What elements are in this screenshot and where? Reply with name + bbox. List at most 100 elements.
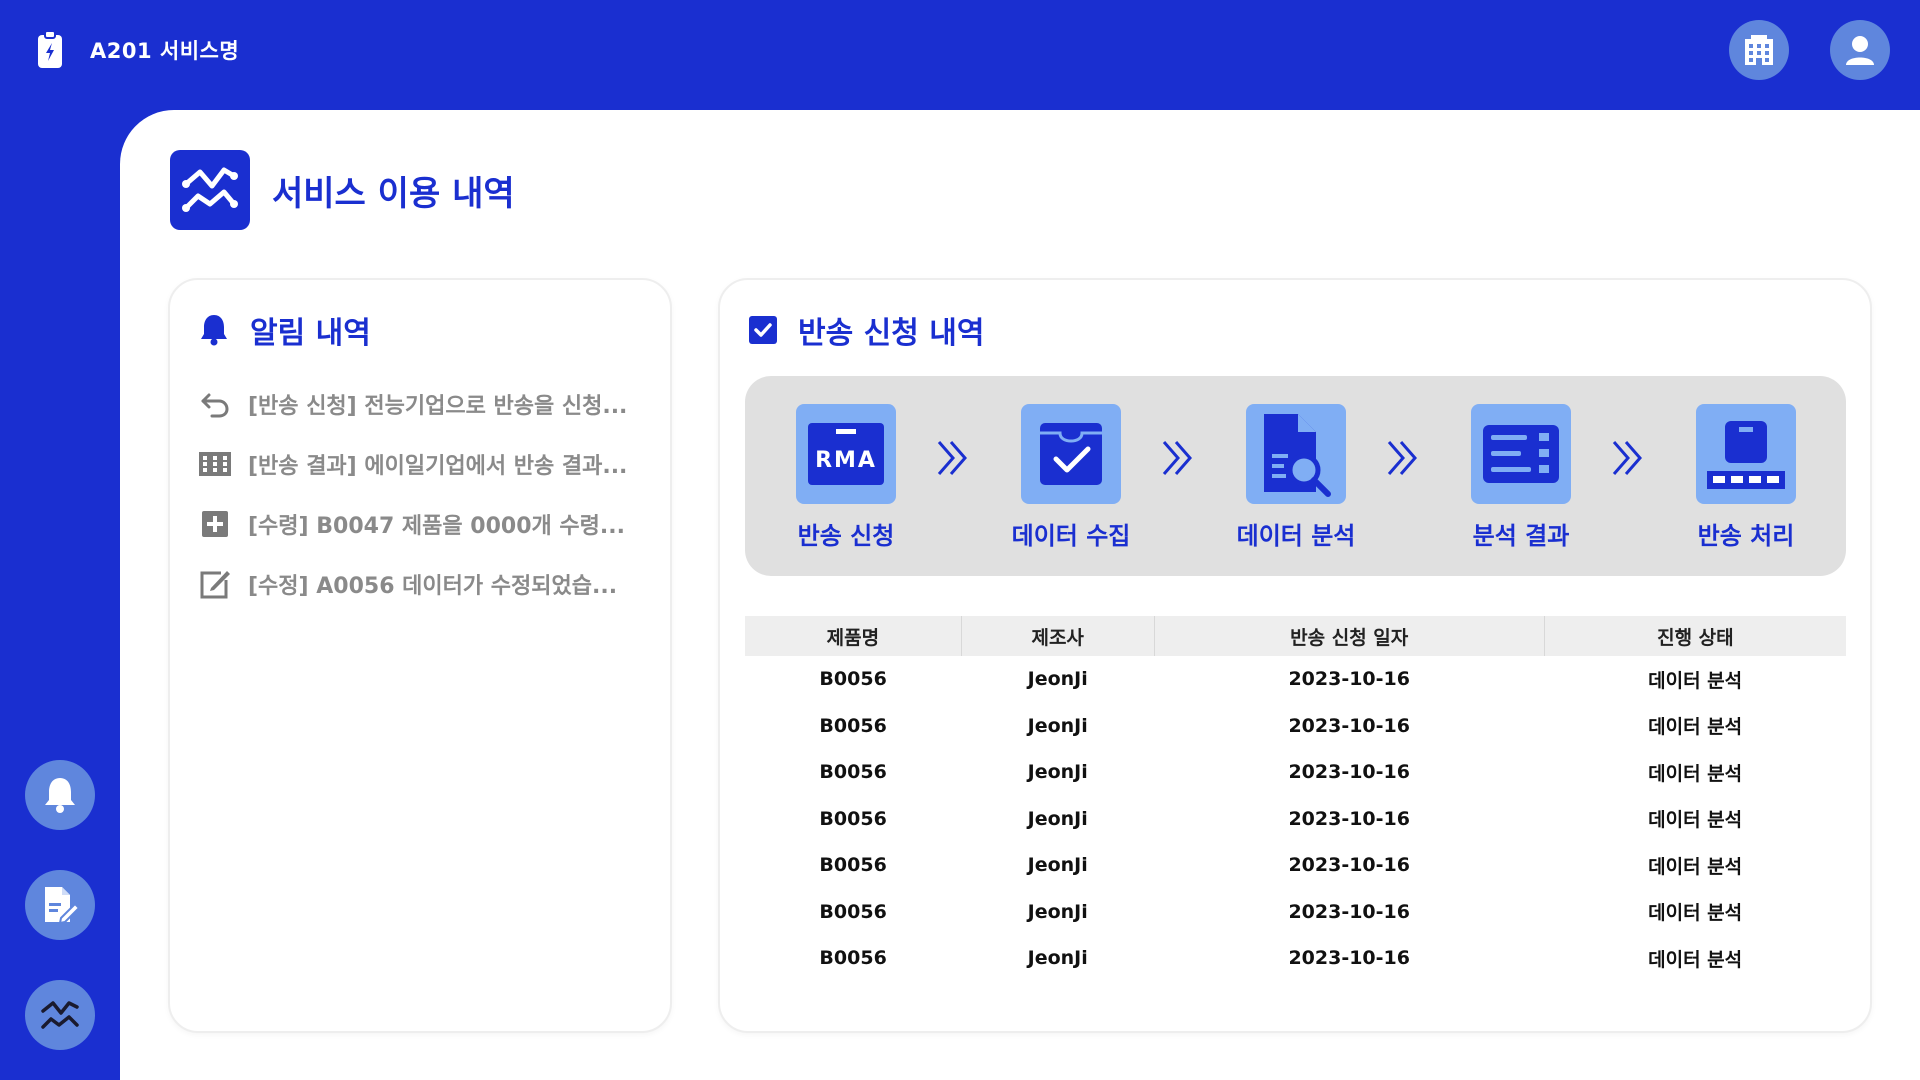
step-label: 데이터 수집 (1011, 522, 1131, 550)
cell-product: B0056 (819, 668, 887, 691)
double-chevron-right-icon (937, 441, 967, 475)
cell-product: B0056 (819, 714, 887, 737)
result-list-icon (1483, 425, 1559, 483)
notifications-header: 알림 내역 (198, 308, 371, 352)
document-edit-icon (45, 887, 80, 925)
table-row[interactable]: B0056 JeonJi 2023-10-16 데이터 분석 (745, 656, 1846, 703)
edit-icon (198, 567, 232, 601)
user-profile-button[interactable] (1830, 20, 1890, 80)
cell-status: 데이터 분석 (1648, 902, 1743, 925)
bell-icon (45, 778, 75, 813)
return-arrow-icon (198, 387, 232, 421)
notification-text: [수정] A0056 데이터가 수정되었습... (248, 574, 618, 599)
table-row[interactable]: B0056 JeonJi 2023-10-16 데이터 분석 (745, 796, 1846, 843)
step-icon-box (1021, 404, 1121, 504)
cell-manufacturer: JeonJi (1027, 900, 1088, 923)
column-header-request-date[interactable]: 반송 신청 일자 (1154, 616, 1545, 656)
notification-text: [반송 결과] 에이일기업에서 반송 결과... (248, 454, 628, 479)
table-row[interactable]: B0056 JeonJi 2023-10-16 데이터 분석 (745, 749, 1846, 796)
cell-request-date: 2023-10-16 (1288, 900, 1410, 923)
cell-request-date: 2023-10-16 (1288, 807, 1410, 830)
cell-product: B0056 (819, 807, 887, 830)
page-title: 서비스 이용 내역 (272, 173, 515, 214)
returns-header: 반송 신청 내역 (748, 308, 985, 352)
notification-item[interactable]: [반송 신청] 전능기업으로 반송을 신청... (198, 374, 648, 434)
app-name: A201 서비스명 (90, 39, 240, 63)
step-data-analysis[interactable]: 데이터 분석 (1216, 404, 1376, 551)
cell-status: 데이터 분석 (1648, 809, 1743, 832)
brand[interactable]: A201 서비스명 (36, 30, 239, 70)
cell-product: B0056 (819, 947, 887, 970)
main-content: 서비스 이용 내역 알림 내역 [반송 신청] 전능기업으로 반송을 신청... (120, 110, 1920, 1080)
table-row[interactable]: B0056 JeonJi 2023-10-16 데이터 분석 (745, 935, 1846, 982)
step-label: 분석 결과 (1472, 522, 1570, 550)
cell-manufacturer: JeonJi (1027, 761, 1088, 784)
notification-item[interactable]: [수령] B0047 제품을 0000개 수령... (198, 494, 648, 554)
step-return-request[interactable]: RMA 반송 신청 (766, 404, 926, 551)
double-chevron-right-icon (1612, 441, 1642, 475)
step-icon-box (1471, 404, 1571, 504)
cell-request-date: 2023-10-16 (1288, 668, 1410, 691)
column-header-status[interactable]: 진행 상태 (1544, 616, 1846, 656)
cell-manufacturer: JeonJi (1027, 854, 1088, 877)
return-process-steps: RMA 반송 신청 데이터 수집 데이터 분석 분석 결과 반송 처리 (745, 376, 1846, 576)
bell-icon (201, 315, 227, 346)
step-data-collection[interactable]: 데이터 수집 (991, 404, 1151, 551)
plus-box-icon (198, 507, 232, 541)
step-label: 데이터 분석 (1236, 522, 1356, 550)
cell-product: B0056 (819, 761, 887, 784)
cell-manufacturer: JeonJi (1027, 947, 1088, 970)
cell-request-date: 2023-10-16 (1288, 761, 1410, 784)
cell-manufacturer: JeonJi (1027, 714, 1088, 737)
cell-status: 데이터 분석 (1648, 948, 1743, 971)
cell-request-date: 2023-10-16 (1288, 947, 1410, 970)
table-header-row: 제품명 제조사 반송 신청 일자 진행 상태 (745, 616, 1846, 656)
sidebar-notifications-button[interactable] (25, 760, 95, 830)
rma-icon: RMA (808, 423, 884, 485)
cell-status: 데이터 분석 (1648, 855, 1743, 878)
cell-manufacturer: JeonJi (1027, 668, 1088, 691)
conveyor-box-icon (1707, 421, 1785, 489)
double-chevron-right-icon (1387, 441, 1417, 475)
step-return-processing[interactable]: 반송 처리 (1666, 404, 1826, 551)
cell-request-date: 2023-10-16 (1288, 854, 1410, 877)
checkbox-checked-icon (749, 316, 777, 344)
user-icon (1846, 36, 1874, 65)
table-row[interactable]: B0056 JeonJi 2023-10-16 데이터 분석 (745, 703, 1846, 750)
sidebar-documents-button[interactable] (25, 870, 95, 940)
top-bar: A201 서비스명 (0, 0, 1920, 110)
notification-item[interactable]: [반송 결과] 에이일기업에서 반송 결과... (198, 434, 648, 494)
notification-text: [수령] B0047 제품을 0000개 수령... (248, 514, 625, 539)
cell-product: B0056 (819, 900, 887, 923)
building-icon (198, 447, 232, 481)
notifications-card: 알림 내역 [반송 신청] 전능기업으로 반송을 신청... [반송 결과] 에… (168, 278, 672, 1033)
step-icon-box: RMA (796, 404, 896, 504)
notification-list: [반송 신청] 전능기업으로 반송을 신청... [반송 결과] 에이일기업에서… (198, 374, 648, 614)
trend-chart-icon (41, 1001, 79, 1029)
returns-card: 반송 신청 내역 RMA 반송 신청 데이터 수집 데이터 분석 분석 결과 반… (718, 278, 1872, 1033)
cell-status: 데이터 분석 (1648, 669, 1743, 692)
page-header: 서비스 이용 내역 (170, 150, 515, 230)
rma-label: RMA (815, 448, 877, 473)
return-requests-table: 제품명 제조사 반송 신청 일자 진행 상태 B0056 JeonJi 2023… (745, 616, 1846, 982)
notification-item[interactable]: [수정] A0056 데이터가 수정되었습... (198, 554, 648, 614)
cell-manufacturer: JeonJi (1027, 807, 1088, 830)
table-row[interactable]: B0056 JeonJi 2023-10-16 데이터 분석 (745, 889, 1846, 936)
cell-request-date: 2023-10-16 (1288, 714, 1410, 737)
company-button[interactable] (1729, 20, 1789, 80)
column-header-product[interactable]: 제품명 (745, 616, 962, 656)
double-chevron-right-icon (1162, 441, 1192, 475)
cell-product: B0056 (819, 854, 887, 877)
trend-chart-icon (182, 167, 238, 212)
clipboard-bolt-icon (38, 30, 62, 68)
notification-text: [반송 신청] 전능기업으로 반송을 신청... (248, 394, 628, 419)
page-logo (170, 150, 250, 230)
step-analysis-result[interactable]: 분석 결과 (1441, 404, 1601, 551)
sidebar-analytics-button[interactable] (25, 980, 95, 1050)
step-icon-box (1696, 404, 1796, 504)
building-icon (1745, 35, 1773, 65)
column-header-manufacturer[interactable]: 제조사 (961, 616, 1155, 656)
table-row[interactable]: B0056 JeonJi 2023-10-16 데이터 분석 (745, 842, 1846, 889)
step-icon-box (1246, 404, 1346, 504)
cell-status: 데이터 분석 (1648, 716, 1743, 739)
